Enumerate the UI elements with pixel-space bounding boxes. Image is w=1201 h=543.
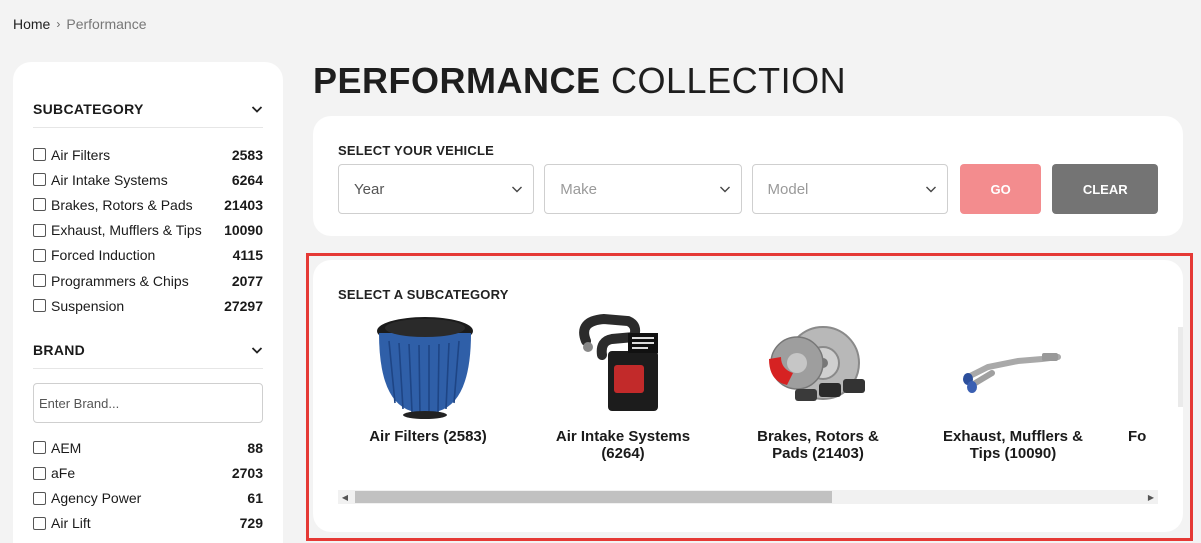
filter-label: Suspension bbox=[51, 297, 125, 314]
subcategory-tile-label: Fo bbox=[1128, 428, 1147, 445]
subcategory-tile-label: Exhaust, Mufflers & Tips (10090) bbox=[942, 428, 1084, 462]
vehicle-selector-label: SELECT YOUR VEHICLE bbox=[338, 143, 494, 158]
subcategory-filter-item[interactable]: Forced Induction 4115 bbox=[33, 243, 263, 268]
page-title-bold: PERFORMANCE bbox=[313, 60, 601, 101]
filter-label: AEM bbox=[51, 439, 82, 456]
brand-filter-item[interactable]: AEM 88 bbox=[33, 435, 263, 460]
vehicle-selector-row: Year Make Model GO CLEAR bbox=[338, 164, 1158, 214]
brand-facet-header[interactable]: BRAND bbox=[33, 342, 263, 370]
make-select[interactable]: Make bbox=[544, 164, 742, 214]
subcategory-tile-exhaust[interactable]: Exhaust, Mufflers & Tips (10090) bbox=[933, 306, 1093, 462]
filter-label: Agency Power bbox=[51, 490, 142, 507]
filter-count: 10090 bbox=[224, 222, 263, 239]
brand-search-input[interactable] bbox=[33, 383, 263, 424]
checkbox[interactable] bbox=[33, 516, 46, 530]
make-select-value: Make bbox=[560, 180, 597, 198]
filter-label: Air Intake Systems bbox=[51, 171, 168, 188]
air-intake-image bbox=[579, 313, 658, 411]
chevron-down-icon bbox=[251, 347, 263, 355]
checkbox[interactable] bbox=[33, 148, 46, 162]
subcategory-tile-forced-induction[interactable]: Fo bbox=[1128, 306, 1183, 445]
filter-label: Brakes, Rotors & Pads bbox=[51, 196, 193, 213]
filter-count: 4115 bbox=[232, 247, 263, 264]
checkbox[interactable] bbox=[33, 274, 46, 288]
filter-count: 2703 bbox=[231, 465, 263, 482]
filter-count: 27297 bbox=[224, 297, 263, 314]
chevron-down-icon bbox=[925, 186, 936, 193]
brand-filter-item[interactable]: Air Lift 729 bbox=[33, 511, 263, 536]
brakes-image bbox=[769, 326, 865, 401]
year-select[interactable]: Year bbox=[338, 164, 535, 214]
subcategory-tile-air-filters[interactable]: Air Filters (2583) bbox=[348, 306, 508, 445]
filter-label: Programmers & Chips bbox=[51, 272, 189, 289]
checkbox[interactable] bbox=[33, 173, 46, 187]
checkbox[interactable] bbox=[33, 223, 46, 237]
brand-heading: BRAND bbox=[33, 342, 86, 359]
page-title-light: COLLECTION bbox=[611, 60, 847, 101]
filter-label: Air Filters bbox=[51, 146, 111, 163]
filter-count: 88 bbox=[247, 439, 263, 456]
air-filter-image bbox=[377, 317, 473, 419]
breadcrumb-current: Performance bbox=[66, 16, 147, 32]
checkbox[interactable] bbox=[33, 198, 46, 212]
brand-filter-item[interactable]: aFe 2703 bbox=[33, 461, 263, 486]
filter-count: 61 bbox=[247, 490, 263, 507]
checkbox[interactable] bbox=[33, 248, 46, 262]
chevron-down-icon bbox=[512, 186, 523, 193]
forced-induction-image bbox=[1178, 327, 1183, 407]
breadcrumb-home-link[interactable]: Home bbox=[13, 16, 50, 32]
clear-button[interactable]: CLEAR bbox=[1052, 164, 1158, 214]
filter-count: 729 bbox=[239, 515, 263, 532]
subcategory-filter-item[interactable]: Brakes, Rotors & Pads 21403 bbox=[33, 192, 263, 217]
carousel-scrollbar[interactable]: ◀ ▶ bbox=[338, 490, 1158, 504]
subcategory-tile-air-intake[interactable]: Air Intake Systems (6264) bbox=[543, 306, 703, 462]
filter-count: 2077 bbox=[231, 272, 263, 289]
filter-count: 6264 bbox=[231, 171, 263, 188]
subcategory-carousel-label: SELECT A SUBCATEGORY bbox=[338, 287, 509, 302]
model-select-value: Model bbox=[767, 180, 809, 198]
filter-label: Forced Induction bbox=[51, 247, 156, 264]
scroll-left-arrow-icon[interactable]: ◀ bbox=[338, 490, 352, 504]
breadcrumb: Home › Performance bbox=[13, 16, 147, 32]
vehicle-selector-panel: SELECT YOUR VEHICLE Year Make Model GO C… bbox=[313, 116, 1183, 236]
scroll-right-arrow-icon[interactable]: ▶ bbox=[1144, 490, 1158, 504]
subcategory-tile-label: Air Intake Systems (6264) bbox=[555, 428, 691, 462]
scrollbar-thumb[interactable] bbox=[355, 491, 832, 503]
model-select[interactable]: Model bbox=[751, 164, 948, 214]
filter-sidebar: SUBCATEGORY Air Filters 2583 Air Intake S… bbox=[13, 62, 283, 543]
subcategory-heading: SUBCATEGORY bbox=[33, 101, 144, 117]
subcategory-filter-item[interactable]: Programmers & Chips 2077 bbox=[33, 268, 263, 293]
filter-label: aFe bbox=[51, 465, 76, 482]
exhaust-image bbox=[963, 353, 1061, 393]
filter-label: Air Lift bbox=[51, 515, 91, 532]
subcategory-filter-item[interactable]: Suspension 27297 bbox=[33, 293, 263, 318]
checkbox[interactable] bbox=[33, 491, 46, 505]
subcategory-carousel: Air Filters (2583) Air Intake Systems (6… bbox=[338, 306, 1183, 476]
year-select-value: Year bbox=[354, 180, 385, 198]
brand-list: AEM 88 aFe 2703 Agency Power 61 Air Lift 729 bbox=[33, 435, 263, 536]
brand-filter-item[interactable]: Agency Power 61 bbox=[33, 486, 263, 511]
filter-count: 21403 bbox=[224, 196, 263, 213]
filter-count: 2583 bbox=[231, 146, 263, 163]
page-title: PERFORMANCE COLLECTION bbox=[313, 60, 846, 102]
subcategory-filter-item[interactable]: Exhaust, Mufflers & Tips 10090 bbox=[33, 218, 263, 243]
subcategory-filter-item[interactable]: Air Intake Systems 6264 bbox=[33, 167, 263, 192]
checkbox[interactable] bbox=[33, 299, 46, 313]
breadcrumb-separator-icon: › bbox=[56, 17, 61, 31]
chevron-down-icon bbox=[251, 106, 263, 113]
subcategory-tile-label: Brakes, Rotors & Pads (21403) bbox=[757, 428, 879, 462]
go-button[interactable]: GO bbox=[959, 164, 1042, 214]
subcategory-filter-item[interactable]: Air Filters 2583 bbox=[33, 142, 263, 167]
checkbox[interactable] bbox=[33, 441, 46, 455]
chevron-down-icon bbox=[719, 186, 730, 193]
subcategory-tile-brakes[interactable]: Brakes, Rotors & Pads (21403) bbox=[738, 306, 898, 462]
checkbox[interactable] bbox=[33, 466, 46, 480]
subcategory-tile-label: Air Filters (2583) bbox=[369, 428, 487, 445]
subcategory-list: Air Filters 2583 Air Intake Systems 6264 B… bbox=[33, 142, 263, 318]
subcategory-facet-header[interactable]: SUBCATEGORY bbox=[33, 101, 263, 128]
filter-label: Exhaust, Mufflers & Tips bbox=[51, 222, 202, 239]
